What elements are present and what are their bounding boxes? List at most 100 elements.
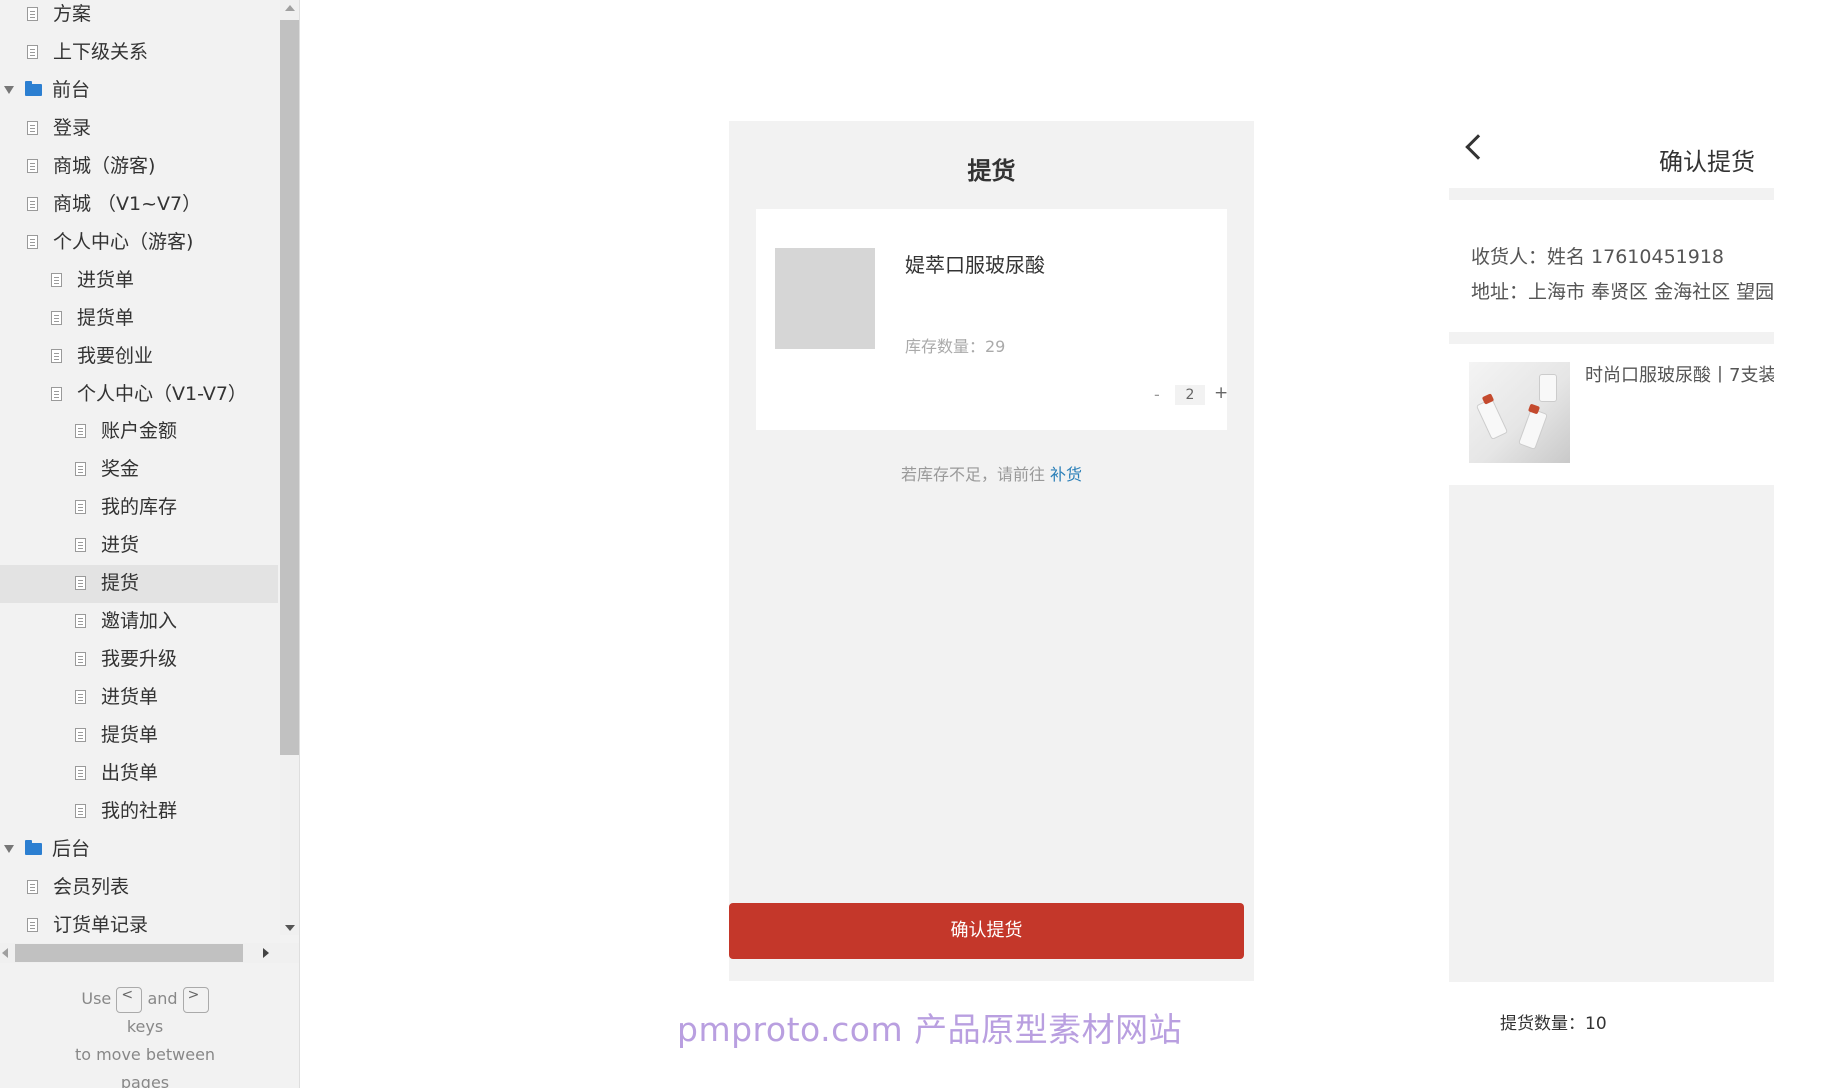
sidebar-item[interactable]: 后台 [0,831,278,869]
sidebar-item[interactable]: 订货单记录 [0,907,278,935]
stock-count: 库存数量：29 [905,337,1006,356]
keyboard-navigation-hint: Use < and > keys to move between pages [0,985,290,1088]
sidebar-item[interactable]: 会员列表 [0,869,278,907]
page-icon [51,386,62,401]
hint-keys: keys [126,1017,164,1036]
sidebar-item[interactable]: 商城（游客) [0,148,278,186]
sidebar-item[interactable]: 个人中心（游客) [0,224,278,262]
sidebar-item[interactable]: 奖金 [0,451,278,489]
decrease-quantity-button[interactable]: - [1154,385,1160,404]
scroll-right-arrow-icon[interactable] [263,948,269,958]
site-watermark: pmproto.com 产品原型素材网站 [677,1010,1183,1049]
sidebar-item[interactable]: 进货 [0,527,278,565]
sidebar-item[interactable]: 上下级关系 [0,34,278,72]
sidebar-item-label: 提货单 [101,724,159,747]
sidebar-item[interactable]: 我的库存 [0,489,278,527]
sidebar-item[interactable]: 邀请加入 [0,603,278,641]
scroll-down-arrow-icon[interactable] [285,925,295,931]
sidebar-item-label: 奖金 [101,458,140,481]
page-title: 确认提货 [1659,148,1755,176]
bottle-shape [1518,408,1548,450]
product-card: 时尚口服玻尿酸丨7支装 [1449,344,1774,485]
page-icon [75,652,86,667]
page-icon [75,803,86,818]
page-icon [75,728,86,743]
vertical-scroll-thumb[interactable] [280,20,299,755]
address-info: 地址：上海市 奉贤区 金海社区 望园 [1471,281,1774,303]
page-icon [27,879,38,894]
page-icon [75,576,86,591]
sidebar-vertical-scrollbar[interactable] [280,0,299,935]
sidebar-item[interactable]: 我要创业 [0,338,278,376]
sidebar-item[interactable]: 进货单 [0,262,278,300]
sidebar-item[interactable]: 个人中心（V1-V7） [0,376,278,414]
page-tree-sidebar: 方案 上下级关系 前台 登录 商城（游客) 商城 （V1~V7） 个人中心（游客) 进货单 提货… [0,0,300,1088]
pickup-quantity: 提货数量：10 [1500,1014,1607,1034]
confirm-body: 收货人：姓名 17610451918 地址：上海市 奉贤区 金海社区 望园 时尚… [1449,188,1774,982]
page-icon [51,310,62,325]
sidebar-item[interactable]: 提货单 [0,300,278,338]
page-icon [27,234,38,249]
hint-pages: pages [120,1073,170,1088]
sidebar-item-label: 方案 [53,3,92,25]
confirm-pickup-button[interactable]: 确认提货 [729,903,1244,959]
scroll-up-arrow-icon[interactable] [285,5,295,11]
back-arrow-icon[interactable] [1465,134,1491,160]
product-card: 媞萃口服玻尿酸 库存数量：29 - 2 + [756,209,1228,430]
sidebar-horizontal-scrollbar[interactable] [0,943,299,963]
sidebar-item-label: 前台 [52,78,91,101]
restock-note: 若库存不足，请前往 补货 [729,461,1254,485]
sidebar-item[interactable]: 登录 [0,110,278,148]
sidebar-item-label: 提货 [101,572,140,595]
page-icon [51,348,62,363]
restock-link[interactable]: 补货 [1050,465,1082,484]
page-icon [27,120,38,135]
page-icon [27,7,38,21]
sidebar-item-label: 我要升级 [101,648,178,671]
page-icon [75,690,86,705]
hint-to-move: to move between [74,1045,216,1064]
sidebar-item[interactable]: 提货单 [0,717,278,755]
sidebar-item-label: 订货单记录 [53,913,149,935]
increase-quantity-button[interactable]: + [1214,383,1228,403]
pickup-screen: 提货 媞萃口服玻尿酸 库存数量：29 - 2 + 若库存不足，请前往 补货 确认… [729,121,1254,981]
folder-icon [25,839,42,855]
page-icon [75,424,86,439]
sidebar-item-label: 出货单 [101,762,159,784]
page-icon [75,538,86,553]
page-icon [75,462,86,477]
quantity-input[interactable]: 2 [1175,385,1205,405]
expand-arrow-icon[interactable] [4,844,14,853]
page-icon [27,158,38,173]
page-icon [51,272,62,287]
sidebar-item[interactable]: 商城 （V1~V7） [0,186,278,224]
sidebar-item-label: 账户金额 [101,420,178,443]
bottle-shape [1475,397,1509,441]
folder-icon [25,80,42,96]
sidebar-item[interactable]: 提货 [0,565,278,604]
sidebar-item[interactable]: 我的社群 [0,793,278,831]
product-name: 媞萃口服玻尿酸 [905,253,1045,277]
page-title: 提货 [967,157,1016,185]
horizontal-scroll-thumb[interactable] [15,944,243,962]
sidebar-item[interactable]: 账户金额 [0,413,278,451]
sidebar-item-label: 我要创业 [77,344,154,367]
sidebar-item-label: 个人中心（游客) [53,230,194,253]
product-image-placeholder [775,248,875,349]
page-icon [27,44,38,59]
sidebar-item[interactable]: 我要升级 [0,641,278,679]
expand-arrow-icon[interactable] [4,85,14,94]
product-image [1469,362,1570,463]
next-key-icon: > [182,986,209,1013]
sidebar-item-label: 后台 [52,837,91,860]
sidebar-item[interactable]: 出货单 [0,755,278,793]
previous-key-icon: < [116,986,143,1013]
sidebar-item[interactable]: 进货单 [0,679,278,717]
sidebar-item-label: 进货单 [77,268,135,291]
sidebar-item[interactable]: 方案 [0,0,278,34]
sidebar-item-label: 进货 [101,534,140,557]
scroll-left-arrow-icon[interactable] [2,948,8,958]
sidebar-item[interactable]: 前台 [0,72,278,110]
page-icon [27,917,38,932]
address-card[interactable]: 收货人：姓名 17610451918 地址：上海市 奉贤区 金海社区 望园 [1449,200,1774,332]
